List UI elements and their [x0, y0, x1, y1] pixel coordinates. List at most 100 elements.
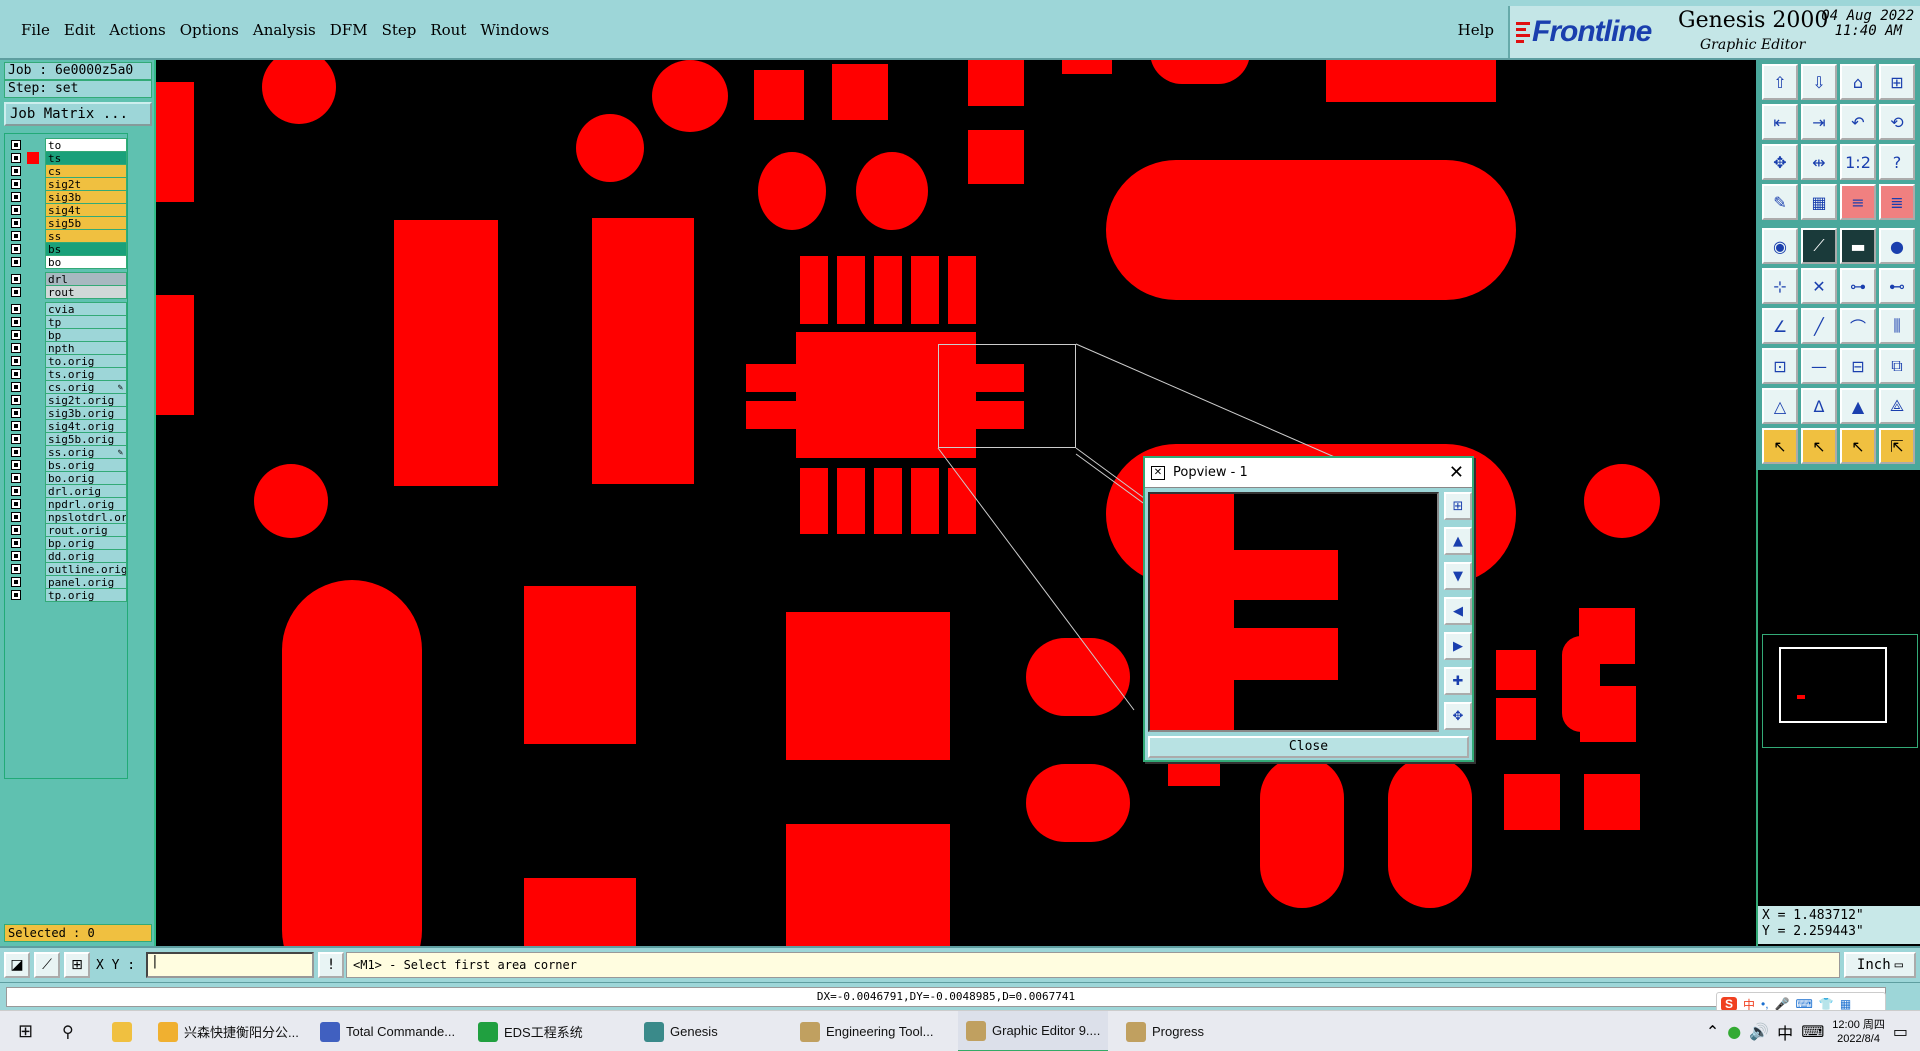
unit-selector[interactable]: Inch ▭ [1844, 952, 1916, 978]
connect-icon[interactable]: ⊹ [1762, 268, 1798, 304]
menu-edit[interactable]: Edit [57, 19, 102, 41]
ruler-icon[interactable]: ▬ [1840, 228, 1876, 264]
pan-right-icon[interactable]: ▶ [1444, 632, 1472, 660]
fit-width-icon[interactable]: ⇹ [1801, 144, 1837, 180]
layer-visibility-checkbox[interactable] [11, 525, 21, 535]
layer-visibility-checkbox[interactable] [11, 421, 21, 431]
layer-visibility-checkbox[interactable] [11, 257, 21, 267]
layer-name[interactable]: sig2t.orig [45, 393, 127, 407]
notification-icon[interactable]: ▭ [1893, 1022, 1908, 1041]
layer-visibility-checkbox[interactable] [11, 538, 21, 548]
layer-name[interactable]: ss.orig ✎ [45, 445, 127, 459]
layer-visibility-checkbox[interactable] [11, 512, 21, 522]
menu-analysis[interactable]: Analysis [246, 19, 323, 41]
triangle-icon[interactable]: △ [1762, 388, 1798, 424]
layer-row-drl[interactable]: drl [9, 272, 127, 286]
layer-visibility-checkbox[interactable] [11, 343, 21, 353]
layer-row-bs-orig[interactable]: bs.orig [9, 458, 127, 472]
layer-visibility-checkbox[interactable] [11, 153, 21, 163]
menu-actions[interactable]: Actions [102, 19, 172, 41]
tray-expand-icon[interactable]: ⌃ [1706, 1022, 1719, 1041]
taskbar-app[interactable]: Engineering Tool... [792, 1011, 941, 1051]
layer-row-to-orig[interactable]: to.orig [9, 354, 127, 368]
node-icon[interactable]: ⊶ [1840, 268, 1876, 304]
layer-visibility-checkbox[interactable] [11, 395, 21, 405]
layer-name[interactable]: bs.orig [45, 458, 127, 472]
layer-row-ts-orig[interactable]: ts.orig [9, 367, 127, 381]
layer-name[interactable]: cs [45, 164, 127, 178]
layer-visibility-checkbox[interactable] [11, 192, 21, 202]
layer-visibility-checkbox[interactable] [11, 590, 21, 600]
layer-row-tp-orig[interactable]: tp.orig [9, 588, 127, 602]
layer-row-sig5b-orig[interactable]: sig5b.orig [9, 432, 127, 446]
pointer-select-icon[interactable]: ↖ [1801, 428, 1837, 464]
pointer-multi-icon[interactable]: ⇱ [1879, 428, 1915, 464]
layer-row-sig3b[interactable]: sig3b [9, 190, 127, 204]
triangle-b-icon[interactable]: ▲ [1840, 388, 1876, 424]
layer-visibility-checkbox[interactable] [11, 304, 21, 314]
layer-row-npslotdrl-orig[interactable]: npslotdrl.orig [9, 510, 127, 524]
overview-map[interactable] [1762, 634, 1918, 748]
snap-icon[interactable]: ◪ [4, 952, 30, 978]
copy-icon[interactable]: ⧉ [1879, 348, 1915, 384]
layer-name[interactable]: tp [45, 315, 127, 329]
layer-visibility-checkbox[interactable] [11, 166, 21, 176]
step-icon[interactable]: ⟲ [1879, 104, 1915, 140]
layer-visibility-checkbox[interactable] [11, 205, 21, 215]
layer-name[interactable]: tp.orig [45, 588, 127, 602]
layer-visibility-checkbox[interactable] [11, 369, 21, 379]
search-button[interactable]: ⚲ [54, 1011, 82, 1051]
menu-step[interactable]: Step [375, 19, 424, 41]
layer-name[interactable]: sig3b.orig [45, 406, 127, 420]
network-icon[interactable]: ● [1727, 1022, 1741, 1041]
layer-row-sig4t-orig[interactable]: sig4t.orig [9, 419, 127, 433]
fit-all-icon[interactable]: ✥ [1762, 144, 1798, 180]
layer-visibility-checkbox[interactable] [11, 564, 21, 574]
undo-arrow-icon[interactable]: ↶ [1840, 104, 1876, 140]
grid-icon[interactable]: ⊞ [64, 952, 90, 978]
layer-name[interactable]: sig5b [45, 216, 127, 230]
angle-icon[interactable]: ∠ [1762, 308, 1798, 344]
layer-row-ss-orig[interactable]: ss.orig ✎ [9, 445, 127, 459]
layer-visibility-checkbox[interactable] [11, 486, 21, 496]
layer-name[interactable]: dd.orig [45, 549, 127, 563]
layers-red-icon[interactable]: ≣ [1879, 184, 1915, 220]
pad-add-icon[interactable]: ◉ [1762, 228, 1798, 264]
layer-visibility-checkbox[interactable] [11, 287, 21, 297]
layer-name[interactable]: bp.orig [45, 536, 127, 550]
layer-name[interactable]: cs.orig ✎ [45, 380, 127, 394]
layer-visibility-checkbox[interactable] [11, 434, 21, 444]
layer-row-sig2t-orig[interactable]: sig2t.orig [9, 393, 127, 407]
layer-row-sig3b-orig[interactable]: sig3b.orig [9, 406, 127, 420]
taskbar-app[interactable]: Genesis [636, 1011, 726, 1051]
edit-feature-icon[interactable]: ✎ [1762, 184, 1798, 220]
job-matrix-button[interactable]: Job Matrix ... [4, 102, 152, 126]
layer-row-rout[interactable]: rout [9, 285, 127, 299]
layer-up-icon[interactable]: ⇧ [1762, 64, 1798, 100]
layer-name[interactable]: npslotdrl.orig [45, 510, 127, 524]
layer-row-ss[interactable]: ss [9, 229, 127, 243]
layer-row-bp-orig[interactable]: bp.orig [9, 536, 127, 550]
zoom-out-icon[interactable]: ✥ [1444, 702, 1472, 730]
one-to-one-icon[interactable]: 1:2 [1840, 144, 1876, 180]
layer-row-to[interactable]: to [9, 138, 127, 152]
layer-name[interactable]: bo.orig [45, 471, 127, 485]
layer-visibility-checkbox[interactable] [11, 551, 21, 561]
zoom-in-icon[interactable]: ✚ [1444, 667, 1472, 695]
arc-icon[interactable]: ⌒ [1840, 308, 1876, 344]
start-button[interactable]: ⊞ [10, 1011, 41, 1051]
layer-name[interactable]: sig4t.orig [45, 419, 127, 433]
taskbar-app[interactable]: 兴森快捷衡阳分公... [150, 1011, 307, 1051]
layer-visibility-checkbox[interactable] [11, 460, 21, 470]
layer-name[interactable]: rout.orig [45, 523, 127, 537]
layer-name[interactable]: ss [45, 229, 127, 243]
layer-name[interactable]: sig4t [45, 203, 127, 217]
layer-row-bo[interactable]: bo [9, 255, 127, 269]
popview-titlebar[interactable]: ✕ Popview - 1 ✕ [1145, 458, 1472, 488]
layer-name[interactable]: to.orig [45, 354, 127, 368]
popview-viewport[interactable] [1148, 492, 1439, 732]
node-red-icon[interactable]: ⊷ [1879, 268, 1915, 304]
layer-row-npth[interactable]: npth [9, 341, 127, 355]
layer-name[interactable]: sig3b [45, 190, 127, 204]
pan-up-icon[interactable]: ▲ [1444, 527, 1472, 555]
